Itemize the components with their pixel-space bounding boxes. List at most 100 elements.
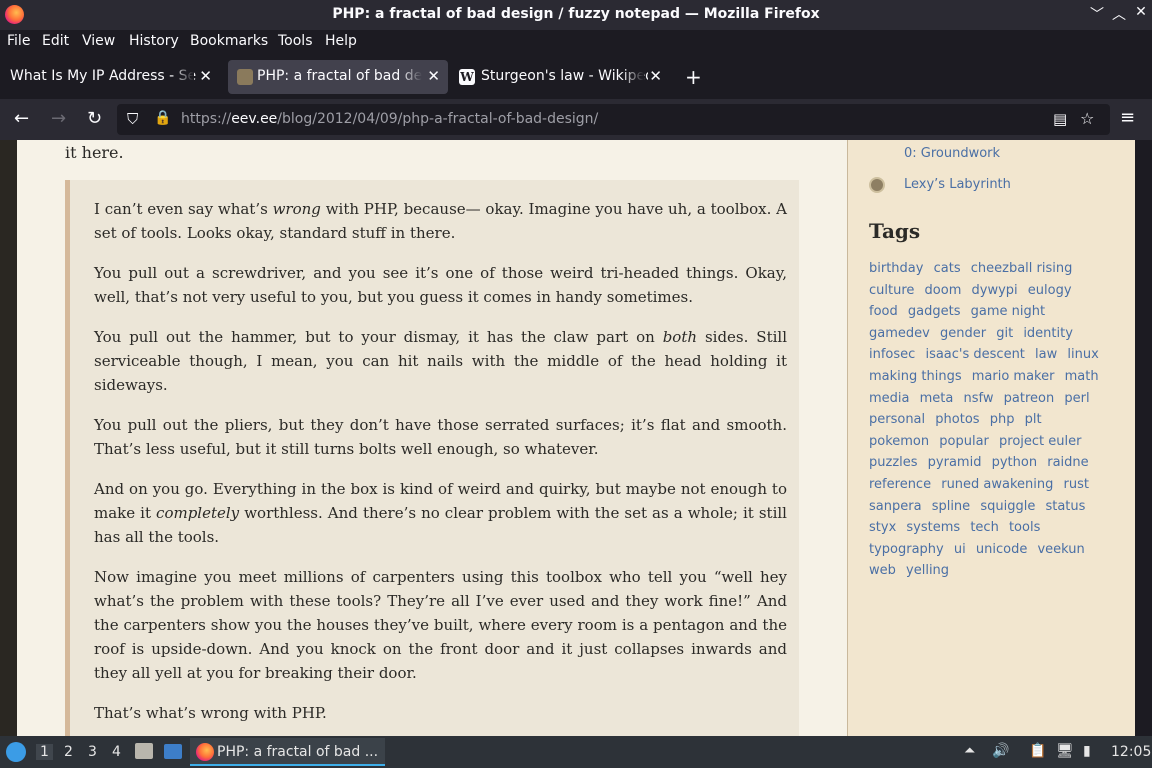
- tag-link[interactable]: popular: [939, 434, 989, 449]
- tag-link[interactable]: cheezball rising: [971, 261, 1073, 276]
- tag-link[interactable]: perl: [1064, 391, 1089, 406]
- workspace-3[interactable]: 3: [88, 744, 97, 760]
- forward-icon[interactable]: →: [51, 108, 66, 129]
- tag-link[interactable]: systems: [906, 520, 960, 535]
- tag-link[interactable]: tools: [1009, 520, 1040, 535]
- menu-edit[interactable]: Edit: [42, 33, 69, 49]
- window-edge: [1135, 140, 1152, 736]
- minimize-icon[interactable]: ﹀: [1086, 4, 1108, 24]
- lock-icon[interactable]: 🔒: [154, 110, 171, 126]
- tag-link[interactable]: spline: [932, 499, 971, 514]
- tag-link[interactable]: git: [996, 326, 1013, 341]
- tab-close-icon[interactable]: ✕: [199, 67, 212, 85]
- tag-link[interactable]: unicode: [976, 542, 1027, 557]
- tag-link[interactable]: law: [1035, 347, 1057, 362]
- tag-link[interactable]: reference: [869, 477, 931, 492]
- workspace-2[interactable]: 2: [64, 744, 73, 760]
- taskbar: 1 2 3 4 PHP: a fractal of bad ... ⏶ 🔊 📋 …: [0, 736, 1152, 768]
- battery-icon[interactable]: ▮: [1083, 743, 1091, 759]
- tag-link[interactable]: infosec: [869, 347, 915, 362]
- wikipedia-icon: W: [459, 69, 475, 85]
- tag-link[interactable]: typography: [869, 542, 944, 557]
- app-launcher-icon[interactable]: [6, 742, 26, 762]
- tag-link[interactable]: gadgets: [908, 304, 961, 319]
- tray-up-arrow-icon[interactable]: ⏶: [964, 743, 975, 759]
- tag-link[interactable]: styx: [869, 520, 896, 535]
- tag-link[interactable]: web: [869, 563, 896, 578]
- tag-link[interactable]: project euler: [999, 434, 1081, 449]
- tag-link[interactable]: personal: [869, 412, 925, 427]
- tag-link[interactable]: raidne: [1047, 455, 1088, 470]
- new-tab-icon[interactable]: +: [685, 65, 702, 89]
- tag-link[interactable]: plt: [1025, 412, 1042, 427]
- tag-link[interactable]: birthday: [869, 261, 923, 276]
- tag-link[interactable]: php: [990, 412, 1015, 427]
- taskbar-firefox-window[interactable]: PHP: a fractal of bad ...: [190, 738, 385, 766]
- tag-link[interactable]: sanpera: [869, 499, 922, 514]
- reload-icon[interactable]: ↻: [87, 108, 102, 129]
- tag-link[interactable]: squiggle: [980, 499, 1035, 514]
- network-icon[interactable]: 🖥: [1056, 743, 1074, 759]
- bookmark-star-icon[interactable]: ☆: [1080, 109, 1094, 128]
- taskbar-app-label: PHP: a fractal of bad ...: [217, 744, 379, 760]
- tag-link[interactable]: identity: [1023, 326, 1073, 341]
- tag-link[interactable]: food: [869, 304, 898, 319]
- tag-link[interactable]: media: [869, 391, 910, 406]
- tag-link[interactable]: pokemon: [869, 434, 929, 449]
- menu-history[interactable]: History: [129, 33, 179, 49]
- menu-help[interactable]: Help: [325, 33, 357, 49]
- menu-file[interactable]: File: [7, 33, 30, 49]
- tag-link[interactable]: eulogy: [1028, 283, 1072, 298]
- tag-link[interactable]: gender: [940, 326, 986, 341]
- tag-link[interactable]: puzzles: [869, 455, 918, 470]
- tag-link[interactable]: tech: [970, 520, 998, 535]
- tag-link[interactable]: cats: [934, 261, 961, 276]
- tag-link[interactable]: doom: [925, 283, 962, 298]
- desktop-icon[interactable]: [164, 744, 182, 759]
- tag-link[interactable]: game night: [971, 304, 1045, 319]
- sidebar-link-groundwork[interactable]: 0: Groundwork: [904, 146, 1000, 161]
- tag-link[interactable]: status: [1045, 499, 1085, 514]
- tag-link[interactable]: culture: [869, 283, 914, 298]
- tag-link[interactable]: math: [1065, 369, 1099, 384]
- tag-link[interactable]: linux: [1067, 347, 1098, 362]
- tab-close-icon[interactable]: ✕: [427, 67, 440, 85]
- tag-link[interactable]: isaac's descent: [925, 347, 1024, 362]
- tab-php-fractal[interactable]: PHP: a fractal of bad desi ✕: [228, 60, 448, 94]
- menu-bookmarks[interactable]: Bookmarks: [190, 33, 268, 49]
- tag-link[interactable]: mario maker: [972, 369, 1055, 384]
- shield-icon[interactable]: ⛉: [127, 110, 138, 128]
- tag-link[interactable]: python: [992, 455, 1037, 470]
- tag-link[interactable]: ui: [954, 542, 966, 557]
- tag-link[interactable]: dywypi: [972, 283, 1018, 298]
- clipboard-icon[interactable]: 📋: [1029, 743, 1046, 759]
- tag-link[interactable]: veekun: [1037, 542, 1084, 557]
- url-bar[interactable]: ⛉ 🔒 https://eev.ee/blog/2012/04/09/php-a…: [117, 104, 1110, 135]
- menu-tools[interactable]: Tools: [278, 33, 313, 49]
- tab-close-icon[interactable]: ✕: [649, 67, 662, 85]
- back-icon[interactable]: ←: [14, 108, 29, 129]
- workspace-4[interactable]: 4: [112, 744, 121, 760]
- url-text[interactable]: https://eev.ee/blog/2012/04/09/php-a-fra…: [181, 111, 598, 127]
- tag-link[interactable]: nsfw: [964, 391, 994, 406]
- reader-view-icon[interactable]: ▤: [1053, 110, 1067, 128]
- tag-link[interactable]: patreon: [1004, 391, 1055, 406]
- tag-link[interactable]: yelling: [906, 563, 949, 578]
- tag-link[interactable]: gamedev: [869, 326, 930, 341]
- tag-link[interactable]: meta: [920, 391, 954, 406]
- tab-whatismyip[interactable]: What Is My IP Address - See ✕: [0, 60, 220, 94]
- tag-link[interactable]: pyramid: [928, 455, 982, 470]
- tag-link[interactable]: rust: [1064, 477, 1089, 492]
- tab-sturgeons-law[interactable]: W Sturgeon's law - Wikipedi ✕: [450, 60, 670, 94]
- volume-icon[interactable]: 🔊: [992, 743, 1009, 759]
- tag-link[interactable]: runed awakening: [941, 477, 1053, 492]
- tag-link[interactable]: photos: [935, 412, 979, 427]
- workspace-1[interactable]: 1: [36, 744, 53, 760]
- file-manager-icon[interactable]: [135, 743, 153, 759]
- menu-view[interactable]: View: [82, 33, 115, 49]
- sidebar-link-lexys-labyrinth[interactable]: Lexy’s Labyrinth: [904, 177, 1011, 192]
- close-icon[interactable]: ✕: [1130, 4, 1152, 20]
- hamburger-menu-icon[interactable]: ≡: [1120, 107, 1135, 128]
- maximize-icon[interactable]: ︿: [1108, 4, 1130, 24]
- tag-link[interactable]: making things: [869, 369, 962, 384]
